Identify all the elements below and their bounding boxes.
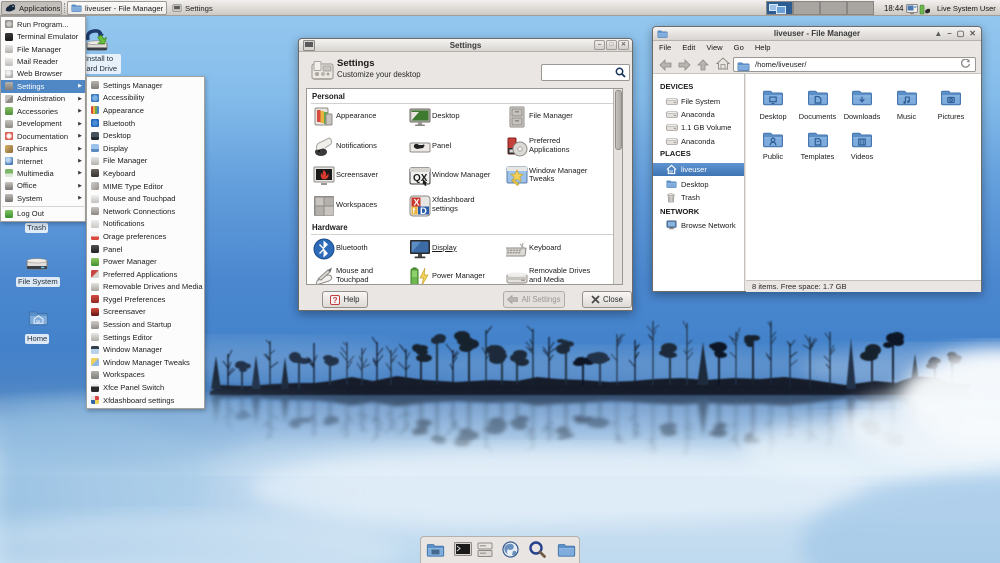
svg-text:f: f	[413, 206, 416, 215]
svg-text:w: w	[669, 169, 673, 175]
svg-text:?: ?	[333, 295, 338, 304]
svg-text:w: w	[36, 319, 40, 325]
svg-text:D: D	[420, 206, 427, 217]
